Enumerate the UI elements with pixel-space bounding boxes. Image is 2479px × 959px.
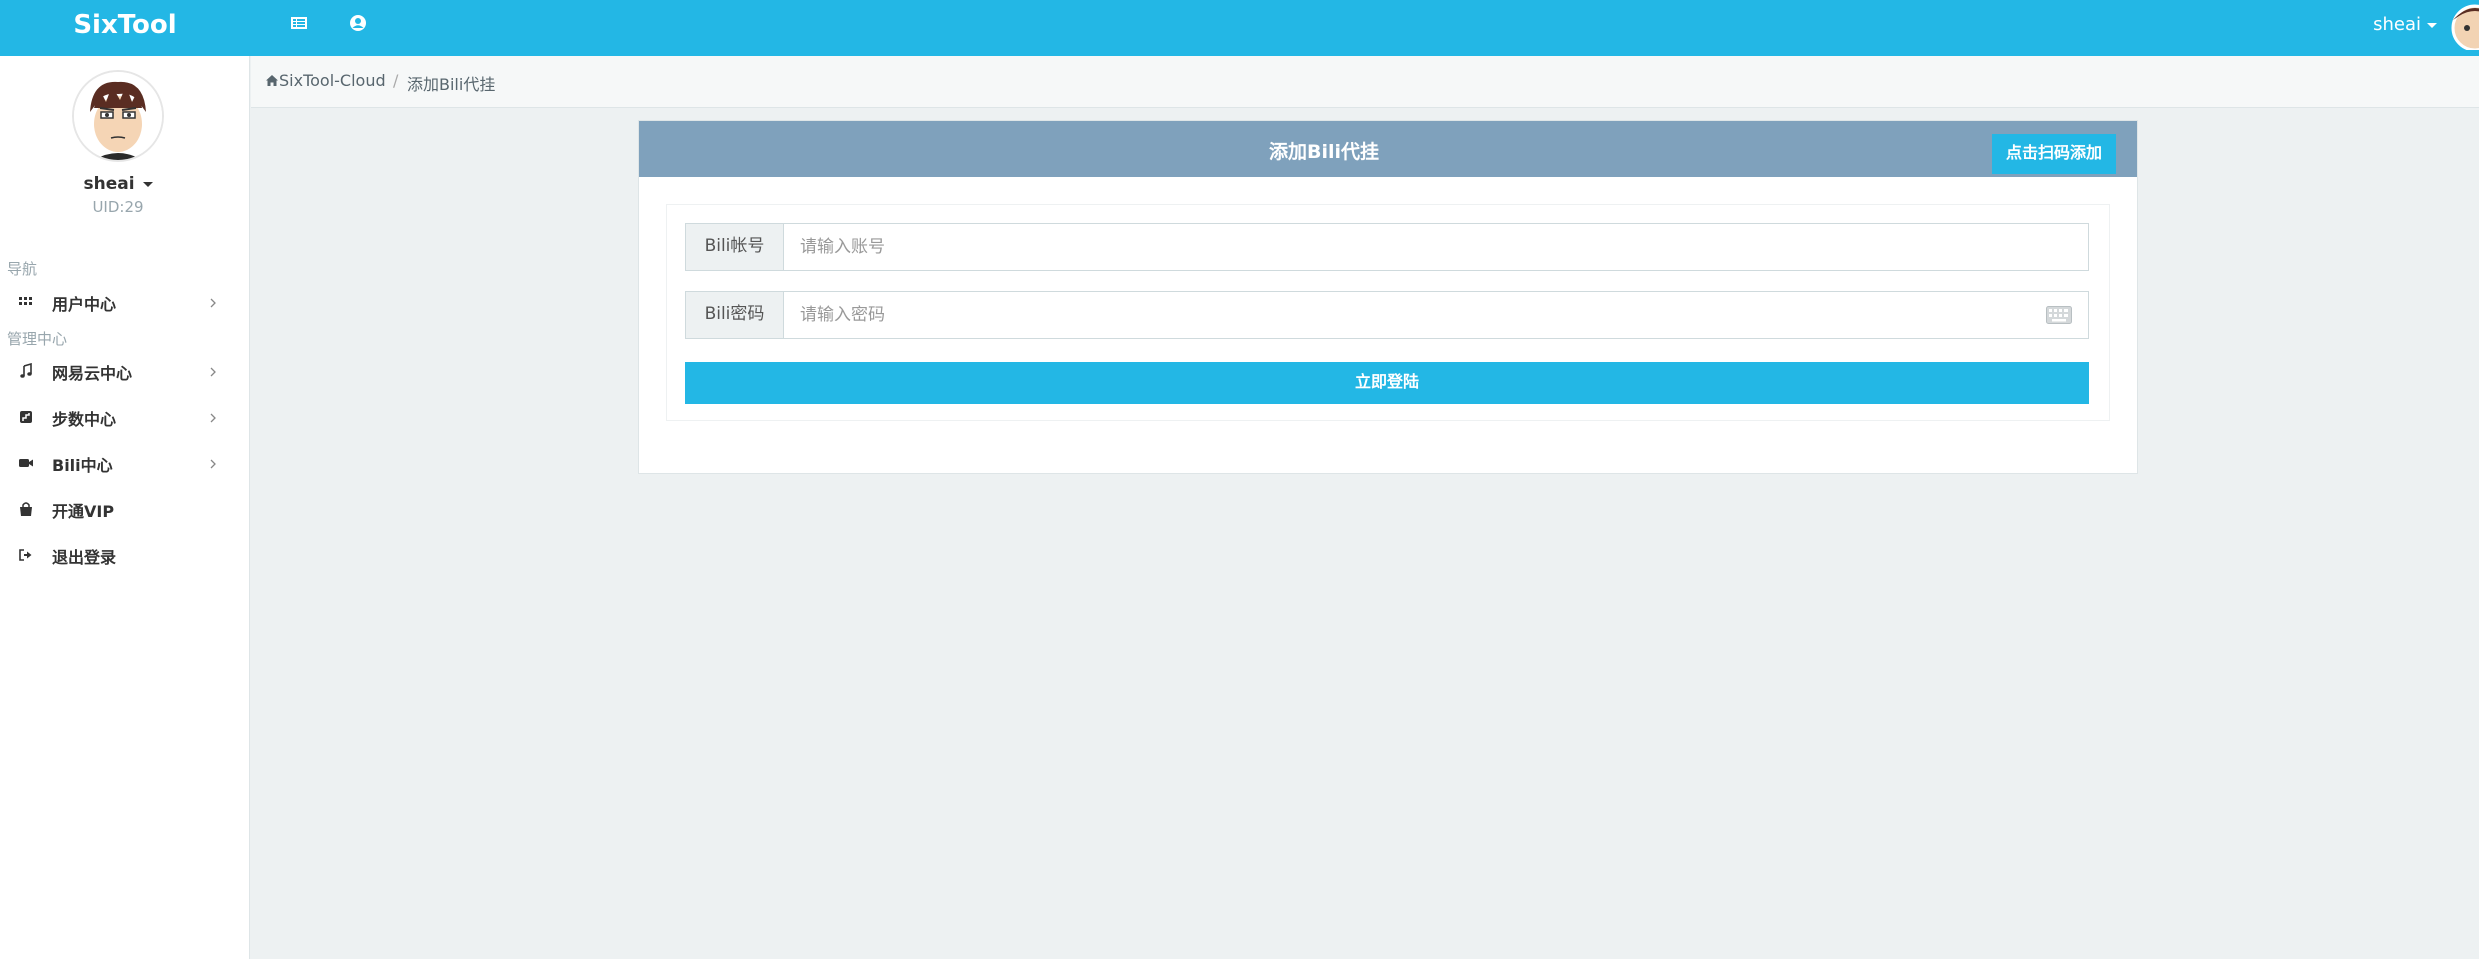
sidebar-username-label: sheai xyxy=(83,174,135,194)
breadcrumb-home-label: SixTool-Cloud xyxy=(279,71,386,90)
account-field-group: Bili帐号 xyxy=(685,223,2089,271)
breadcrumb-current: 添加Bili代挂 xyxy=(407,75,496,94)
password-input[interactable] xyxy=(784,292,2088,338)
list-icon[interactable] xyxy=(288,12,310,34)
sidebar-item-steps-center[interactable]: 步数中心 xyxy=(0,397,250,437)
login-button[interactable]: 立即登陆 xyxy=(685,362,2089,404)
music-icon xyxy=(18,362,34,379)
user-menu[interactable]: sheai xyxy=(2373,0,2437,50)
user-circle-icon[interactable] xyxy=(347,12,369,34)
steps-icon xyxy=(18,409,34,425)
sidebar-item-label: 开通VIP xyxy=(52,502,115,521)
scan-qr-add-button[interactable]: 点击扫码添加 xyxy=(1992,134,2116,174)
sidebar-item-logout[interactable]: 退出登录 xyxy=(0,535,250,575)
sidebar-username[interactable]: sheai xyxy=(0,174,236,194)
keyboard-icon[interactable] xyxy=(2046,306,2072,324)
sidebar-item-bili-center[interactable]: Bili中心 xyxy=(0,443,250,483)
login-form: Bili帐号 Bili密码 立即登陆 xyxy=(666,204,2110,421)
chevron-right-icon xyxy=(206,456,220,470)
top-navbar: SixTool sheai xyxy=(0,0,2479,56)
sidebar-item-label: 用户中心 xyxy=(52,295,117,314)
caret-down-icon xyxy=(2427,22,2437,28)
account-input[interactable] xyxy=(784,224,2088,270)
chevron-right-icon xyxy=(206,364,220,378)
sidebar-item-label: 退出登录 xyxy=(52,548,117,567)
breadcrumb: SixTool-Cloud / 添加Bili代挂 xyxy=(251,56,2479,108)
top-avatar[interactable] xyxy=(2447,0,2479,50)
grid-icon xyxy=(18,294,34,310)
chevron-right-icon xyxy=(206,410,220,424)
video-camera-icon xyxy=(18,455,34,471)
user-uid: UID:29 xyxy=(92,198,144,216)
breadcrumb-separator: / xyxy=(393,71,399,90)
sidebar: sheai UID:29 导航 用户中心 管理中心 网易云中心 步数中心 Bil… xyxy=(0,56,250,959)
admin-section-header: 管理中心 xyxy=(7,330,68,348)
sidebar-item-open-vip[interactable]: 开通VIP xyxy=(0,489,250,529)
top-username: sheai xyxy=(2373,14,2421,35)
shopping-bag-icon xyxy=(18,501,34,517)
sidebar-item-label: 网易云中心 xyxy=(52,364,133,383)
caret-down-icon xyxy=(142,181,153,187)
avatar[interactable] xyxy=(72,70,164,162)
chevron-right-icon xyxy=(206,295,220,309)
breadcrumb-home[interactable]: SixTool-Cloud xyxy=(265,71,386,90)
sidebar-item-netease-center[interactable]: 网易云中心 xyxy=(0,351,250,391)
brand-logo[interactable]: SixTool xyxy=(0,0,250,56)
sidebar-item-label: Bili中心 xyxy=(52,456,113,475)
panel-header: 添加Bili代挂 点击扫码添加 xyxy=(639,121,2137,177)
panel-title: 添加Bili代挂 xyxy=(1268,141,1380,163)
sidebar-item-user-center[interactable]: 用户中心 xyxy=(0,282,250,322)
sign-out-icon xyxy=(18,547,34,563)
add-bili-panel: 添加Bili代挂 点击扫码添加 Bili帐号 Bili密码 立即登陆 xyxy=(638,120,2138,474)
sidebar-item-label: 步数中心 xyxy=(52,410,117,429)
account-label: Bili帐号 xyxy=(686,224,784,270)
password-label: Bili密码 xyxy=(686,292,784,338)
nav-section-header: 导航 xyxy=(7,260,38,278)
home-icon xyxy=(266,75,278,86)
password-field-group: Bili密码 xyxy=(685,291,2089,339)
